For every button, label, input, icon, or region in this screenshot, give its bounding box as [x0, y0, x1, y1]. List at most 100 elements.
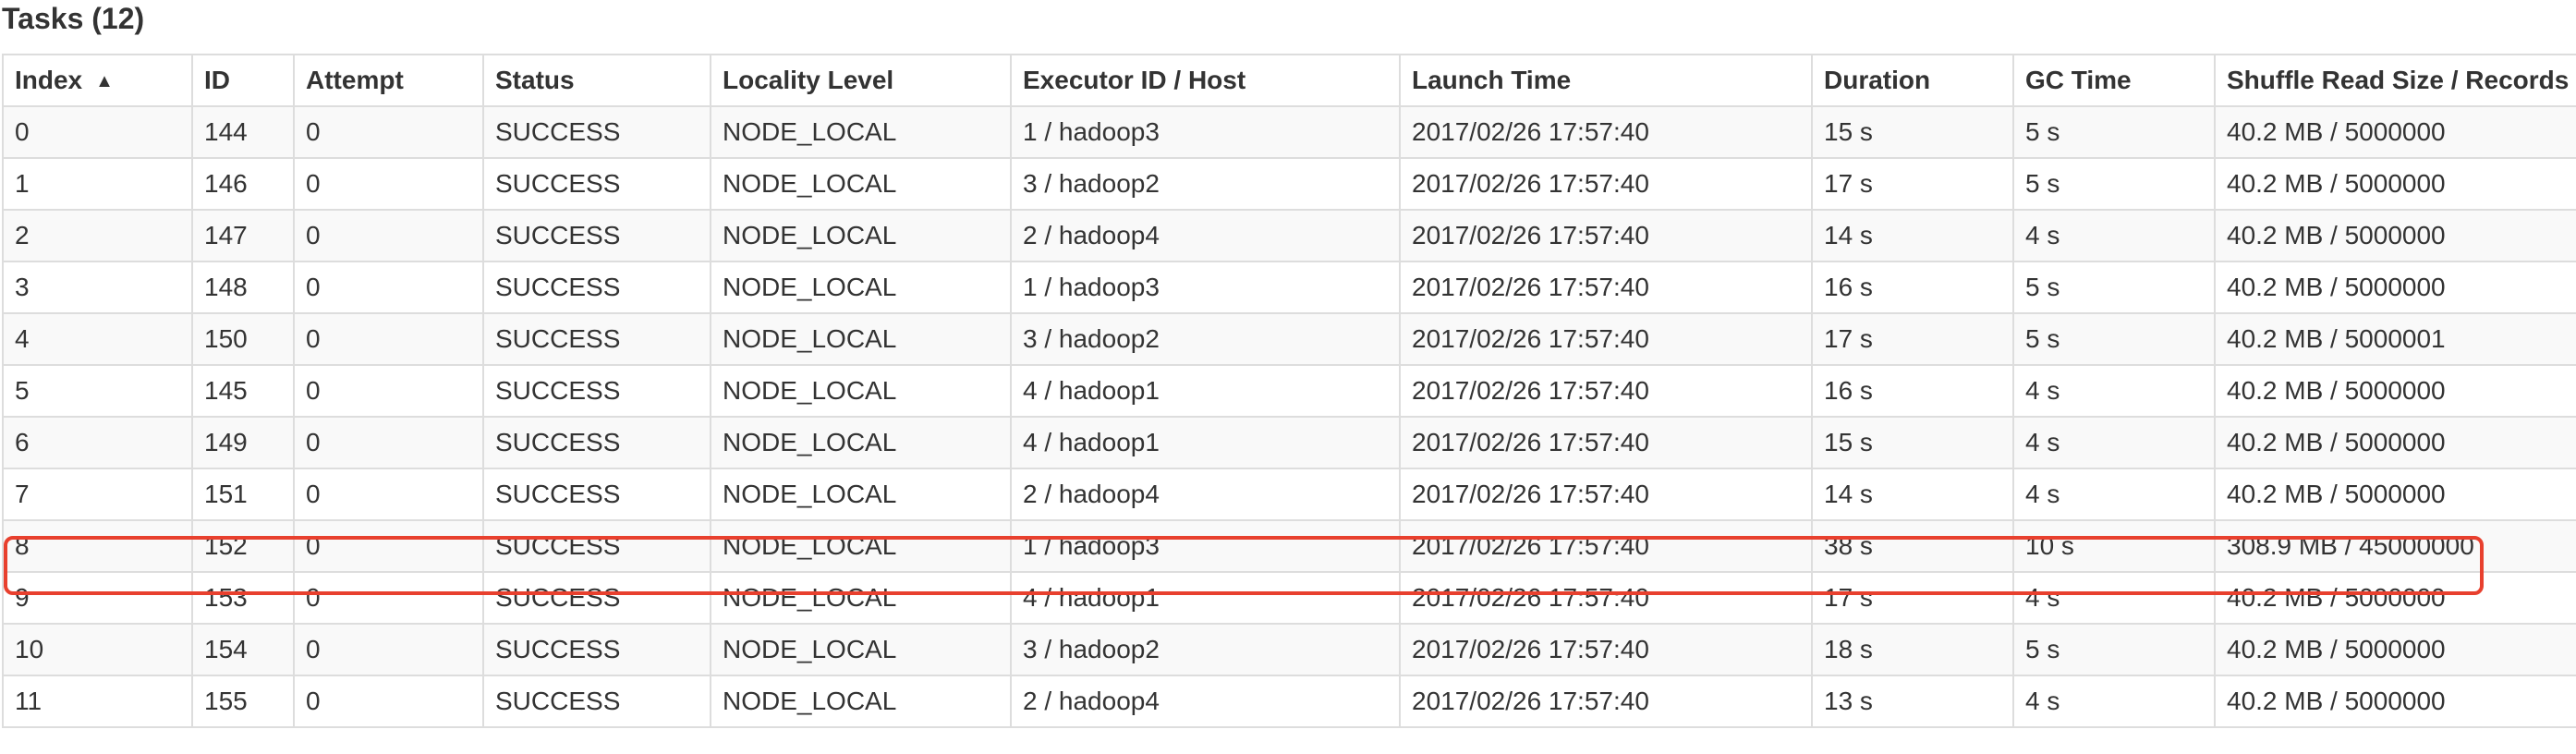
launch-time-cell: 2017/02/26 17:57:40	[1399, 105, 1813, 159]
locality-cell: NODE_LOCAL	[710, 519, 1012, 573]
launch-time-cell: 2017/02/26 17:57:40	[1399, 468, 1813, 521]
locality-cell: NODE_LOCAL	[710, 364, 1012, 418]
index-cell: 2	[2, 209, 193, 262]
index-cell: 7	[2, 468, 193, 521]
column-header-duration[interactable]: Duration	[1811, 54, 2014, 107]
locality-cell: NODE_LOCAL	[710, 312, 1012, 366]
id-cell: 146	[191, 157, 295, 211]
launch-time-cell: 2017/02/26 17:57:40	[1399, 157, 1813, 211]
executor-host-cell: 3 / hadoop2	[1010, 623, 1401, 676]
duration-cell: 15 s	[1811, 416, 2014, 469]
index-cell: 9	[2, 571, 193, 625]
locality-cell: NODE_LOCAL	[710, 105, 1012, 159]
gc-time-cell: 4 s	[2012, 675, 2216, 728]
shuffle-read-cell: 40.2 MB / 5000001	[2214, 312, 2576, 366]
index-cell: 10	[2, 623, 193, 676]
duration-cell: 13 s	[1811, 675, 2014, 728]
gc-time-cell: 5 s	[2012, 157, 2216, 211]
gc-time-cell: 5 s	[2012, 623, 2216, 676]
locality-cell: NODE_LOCAL	[710, 157, 1012, 211]
id-cell: 144	[191, 105, 295, 159]
attempt-cell: 0	[293, 571, 484, 625]
id-cell: 148	[191, 261, 295, 314]
launch-time-cell: 2017/02/26 17:57:40	[1399, 261, 1813, 314]
launch-time-cell: 2017/02/26 17:57:40	[1399, 416, 1813, 469]
status-cell: SUCCESS	[482, 157, 711, 211]
executor-host-cell: 4 / hadoop1	[1010, 416, 1401, 469]
executor-host-cell: 1 / hadoop3	[1010, 105, 1401, 159]
id-cell: 150	[191, 312, 295, 366]
locality-cell: NODE_LOCAL	[710, 261, 1012, 314]
launch-time-cell: 2017/02/26 17:57:40	[1399, 571, 1813, 625]
id-cell: 152	[191, 519, 295, 573]
column-header-attempt[interactable]: Attempt	[293, 54, 484, 107]
attempt-cell: 0	[293, 105, 484, 159]
attempt-cell: 0	[293, 675, 484, 728]
column-header-shuffle-read[interactable]: Shuffle Read Size / Records	[2214, 54, 2576, 107]
column-header-index[interactable]: Index ▲	[2, 54, 193, 107]
index-cell: 11	[2, 675, 193, 728]
sort-ascending-icon: ▲	[95, 71, 114, 91]
shuffle-read-cell: 40.2 MB / 5000000	[2214, 468, 2576, 521]
status-cell: SUCCESS	[482, 416, 711, 469]
attempt-cell: 0	[293, 261, 484, 314]
duration-cell: 14 s	[1811, 209, 2014, 262]
gc-time-cell: 4 s	[2012, 209, 2216, 262]
launch-time-cell: 2017/02/26 17:57:40	[1399, 312, 1813, 366]
index-cell: 6	[2, 416, 193, 469]
duration-cell: 17 s	[1811, 157, 2014, 211]
shuffle-read-cell: 40.2 MB / 5000000	[2214, 105, 2576, 159]
column-header-locality-level[interactable]: Locality Level	[710, 54, 1012, 107]
shuffle-read-cell: 40.2 MB / 5000000	[2214, 623, 2576, 676]
id-cell: 149	[191, 416, 295, 469]
shuffle-read-cell: 40.2 MB / 5000000	[2214, 261, 2576, 314]
attempt-cell: 0	[293, 623, 484, 676]
status-cell: SUCCESS	[482, 571, 711, 625]
launch-time-cell: 2017/02/26 17:57:40	[1399, 519, 1813, 573]
shuffle-read-cell: 40.2 MB / 5000000	[2214, 416, 2576, 469]
launch-time-cell: 2017/02/26 17:57:40	[1399, 675, 1813, 728]
status-cell: SUCCESS	[482, 261, 711, 314]
table-row: 2 147 0 SUCCESS NODE_LOCAL 2 / hadoop4 2017/02…	[2, 209, 2576, 262]
page-title: Tasks (12)	[2, 2, 145, 35]
table-row-highlighted: 8 152 0 SUCCESS NODE_LOCAL 1 / hadoop3 2017/02…	[2, 519, 2576, 573]
status-cell: SUCCESS	[482, 675, 711, 728]
executor-host-cell: 4 / hadoop1	[1010, 571, 1401, 625]
table-row: 4 150 0 SUCCESS NODE_LOCAL 3 / hadoop2 2017/02…	[2, 312, 2576, 366]
attempt-cell: 0	[293, 468, 484, 521]
column-header-gc-time[interactable]: GC Time	[2012, 54, 2216, 107]
duration-cell: 15 s	[1811, 105, 2014, 159]
duration-cell: 17 s	[1811, 312, 2014, 366]
status-cell: SUCCESS	[482, 468, 711, 521]
id-cell: 151	[191, 468, 295, 521]
column-header-launch-time[interactable]: Launch Time	[1399, 54, 1813, 107]
executor-host-cell: 2 / hadoop4	[1010, 675, 1401, 728]
table-header-row: Index ▲ ID Attempt Status Locality Level …	[2, 54, 2576, 107]
id-cell: 145	[191, 364, 295, 418]
shuffle-read-cell: 40.2 MB / 5000000	[2214, 364, 2576, 418]
column-header-executor-host[interactable]: Executor ID / Host	[1010, 54, 1401, 107]
gc-time-cell: 4 s	[2012, 364, 2216, 418]
index-cell: 0	[2, 105, 193, 159]
locality-cell: NODE_LOCAL	[710, 416, 1012, 469]
table-row: 7 151 0 SUCCESS NODE_LOCAL 2 / hadoop4 2017/02…	[2, 468, 2576, 521]
status-cell: SUCCESS	[482, 364, 711, 418]
attempt-cell: 0	[293, 519, 484, 573]
tasks-table: Index ▲ ID Attempt Status Locality Level …	[2, 54, 2576, 728]
table-body: 0 144 0 SUCCESS NODE_LOCAL 1 / hadoop3 2017/02…	[2, 105, 2576, 728]
index-cell: 1	[2, 157, 193, 211]
index-cell: 8	[2, 519, 193, 573]
executor-host-cell: 2 / hadoop4	[1010, 209, 1401, 262]
status-cell: SUCCESS	[482, 105, 711, 159]
locality-cell: NODE_LOCAL	[710, 675, 1012, 728]
shuffle-read-cell: 40.2 MB / 5000000	[2214, 209, 2576, 262]
launch-time-cell: 2017/02/26 17:57:40	[1399, 623, 1813, 676]
table-row: 3 148 0 SUCCESS NODE_LOCAL 1 / hadoop3 2017/02…	[2, 261, 2576, 314]
shuffle-read-cell: 40.2 MB / 5000000	[2214, 571, 2576, 625]
executor-host-cell: 3 / hadoop2	[1010, 157, 1401, 211]
id-cell: 154	[191, 623, 295, 676]
table-row: 5 145 0 SUCCESS NODE_LOCAL 4 / hadoop1 2017/02…	[2, 364, 2576, 418]
column-header-id[interactable]: ID	[191, 54, 295, 107]
attempt-cell: 0	[293, 364, 484, 418]
column-header-status[interactable]: Status	[482, 54, 711, 107]
